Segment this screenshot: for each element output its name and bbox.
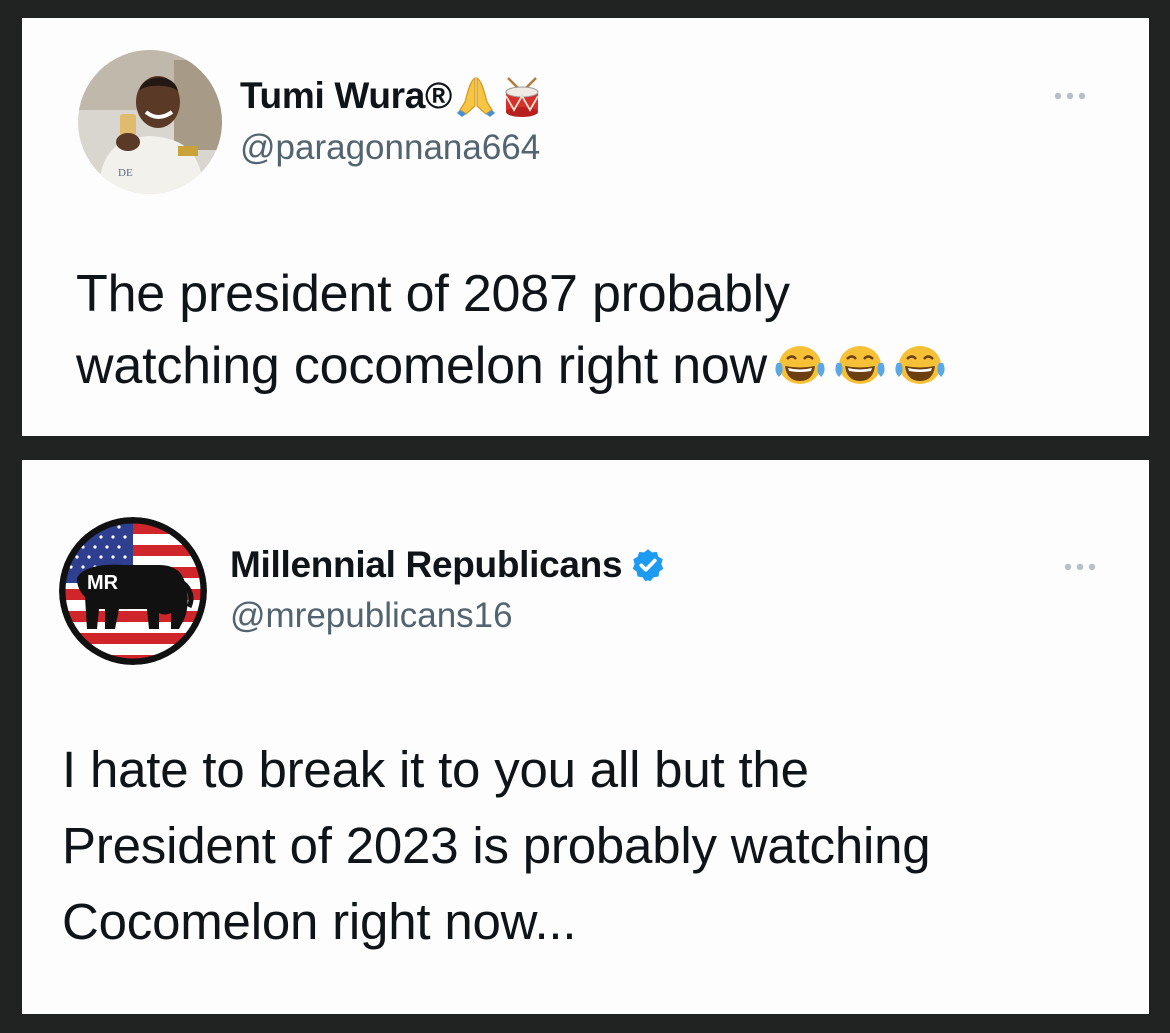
millennial-republicans-logo: MR: [59, 517, 207, 665]
face-with-tears-of-joy-icon: [893, 341, 947, 387]
tweet-text: The president of 2087 probably watching …: [76, 258, 1126, 402]
tweet-text-line: The president of 2087 probably: [76, 265, 790, 323]
tweet-text-line: watching cocomelon right now: [76, 337, 767, 395]
verified-badge-icon: [630, 547, 666, 583]
tweet-text-line: I hate to break it to you all but the: [62, 741, 809, 798]
svg-text:MR: MR: [87, 572, 119, 594]
folded-hands-icon: [456, 74, 496, 118]
tweet-text: I hate to break it to you all but the Pr…: [62, 732, 1132, 960]
tweet-text-line: Cocomelon right now...: [62, 893, 577, 950]
tweet-card-1[interactable]: DE Tumi Wura® @paragonnana664 The presid…: [22, 18, 1149, 436]
handle[interactable]: @mrepublicans16: [230, 596, 513, 636]
display-name[interactable]: Tumi Wura®: [240, 75, 452, 117]
drum-icon: [500, 74, 544, 118]
more-options-icon[interactable]: [1060, 559, 1100, 575]
face-with-tears-of-joy-icon: [773, 341, 827, 387]
tweet-text-line-with-emojis: watching cocomelon right now: [76, 330, 1126, 402]
author-name-row: Tumi Wura®: [240, 72, 544, 120]
profile-photo: DE: [78, 50, 222, 194]
avatar[interactable]: DE: [78, 50, 222, 194]
tweet-text-line: President of 2023 is probably watching: [62, 817, 931, 874]
tweet-card-2[interactable]: MR Millennial Republicans @mrepublicans1…: [22, 460, 1149, 1014]
avatar[interactable]: MR: [59, 517, 207, 665]
author-name-row: Millennial Republicans: [230, 540, 666, 590]
more-options-icon[interactable]: [1050, 88, 1090, 104]
face-with-tears-of-joy-icon: [833, 341, 887, 387]
svg-text:DE: DE: [118, 167, 133, 179]
display-name[interactable]: Millennial Republicans: [230, 544, 623, 586]
handle[interactable]: @paragonnana664: [240, 128, 540, 168]
